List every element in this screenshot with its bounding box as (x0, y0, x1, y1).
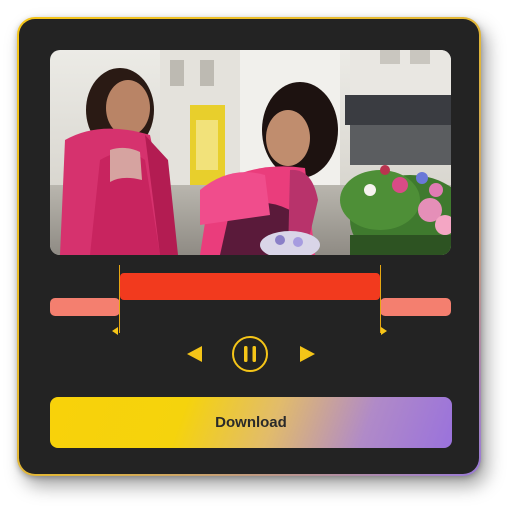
video-preview[interactable] (50, 50, 451, 255)
trim-selected-range[interactable] (120, 273, 380, 300)
trim-start-handle-tip-icon[interactable] (112, 327, 118, 335)
triangle-left-icon (187, 346, 202, 362)
next-button[interactable] (297, 345, 317, 363)
video-editor-card: Download (17, 17, 481, 476)
video-frame-image (50, 50, 451, 255)
pause-button[interactable] (231, 335, 269, 373)
pause-circle-icon (232, 336, 268, 372)
trim-end-handle-tip-icon[interactable] (381, 327, 387, 335)
download-button-label: Download (215, 414, 287, 431)
trim-end-handle[interactable] (380, 265, 381, 333)
triangle-right-icon (300, 346, 315, 362)
app-stage: Download (0, 0, 518, 514)
trim-start-handle[interactable] (119, 265, 120, 333)
trim-unselected-right (380, 298, 451, 316)
download-button[interactable]: Download (50, 397, 452, 448)
trim-unselected-left (50, 298, 120, 316)
previous-button[interactable] (185, 345, 205, 363)
